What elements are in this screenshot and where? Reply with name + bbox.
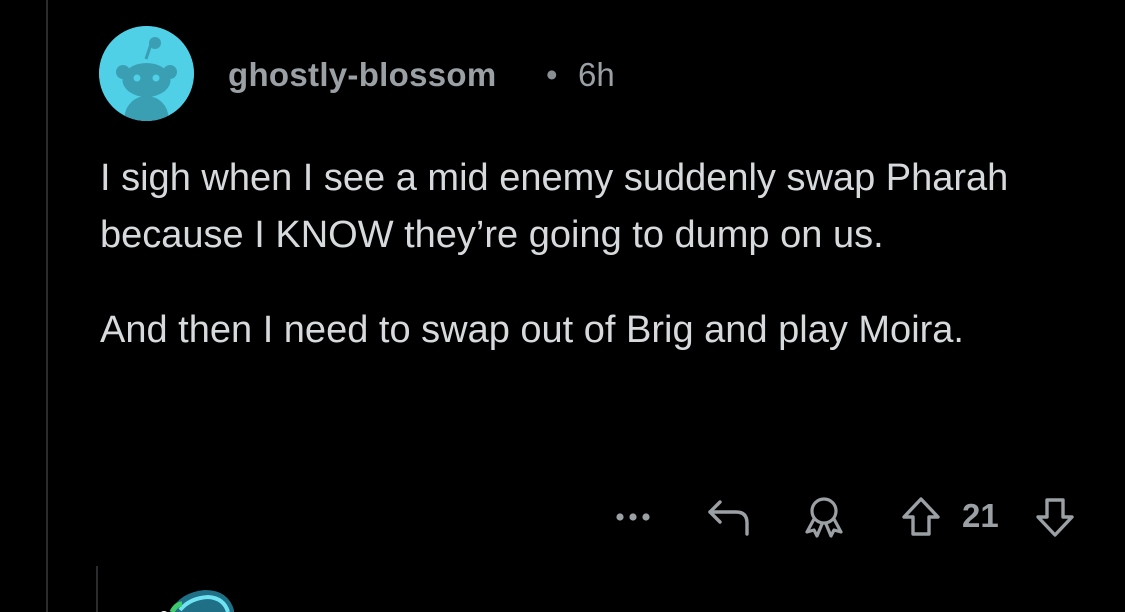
next-comment-avatar[interactable] bbox=[150, 582, 242, 612]
comment-paragraph: I sigh when I see a mid enemy suddenly s… bbox=[100, 157, 1009, 256]
upvote-icon[interactable] bbox=[898, 494, 944, 545]
reply-icon[interactable] bbox=[706, 494, 754, 545]
snoo-avatar-icon bbox=[99, 26, 194, 121]
thread-line[interactable] bbox=[46, 0, 48, 612]
avatar[interactable] bbox=[99, 26, 194, 121]
award-icon[interactable] bbox=[800, 494, 848, 545]
comment-body: I sigh when I see a mid enemy suddenly s… bbox=[100, 150, 1090, 397]
comment-author[interactable]: ghostly-blossom bbox=[228, 56, 497, 94]
reply-thread-line[interactable] bbox=[96, 566, 98, 612]
meta-separator: • bbox=[546, 56, 558, 93]
vote-count: 21 bbox=[962, 497, 999, 534]
more-options-icon[interactable] bbox=[612, 500, 656, 530]
downvote-icon[interactable] bbox=[1032, 494, 1078, 545]
comment-timestamp: 6h bbox=[578, 56, 615, 93]
comment-paragraph: And then I need to swap out of Brig and … bbox=[100, 309, 964, 351]
